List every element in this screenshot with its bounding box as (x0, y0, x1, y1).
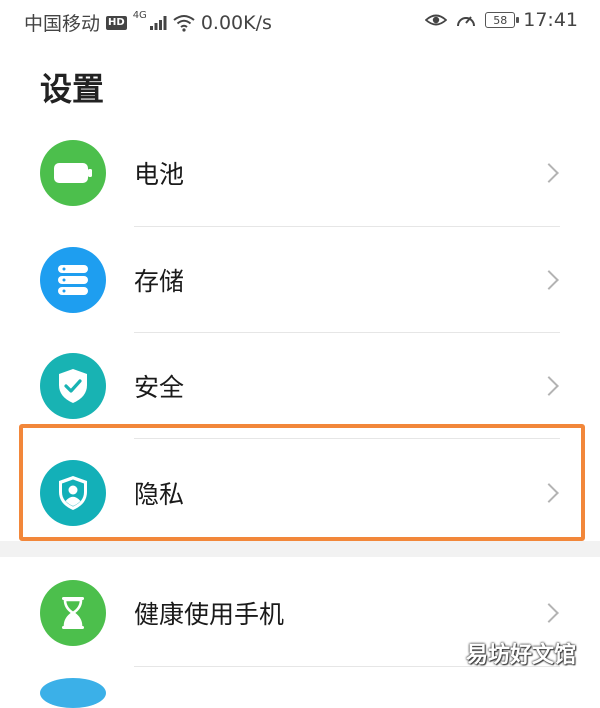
wifi-icon (173, 14, 195, 32)
clock: 17:41 (523, 9, 578, 31)
hd-badge: HD (106, 15, 127, 30)
battery-icon (40, 140, 106, 206)
page-title: 设置 (40, 70, 105, 108)
settings-item-label: 安全 (134, 373, 185, 402)
speed-gauge-icon (457, 16, 476, 27)
chevron-right-icon (539, 603, 559, 623)
chevron-right-icon (539, 163, 559, 183)
settings-item-label: 电池 (134, 160, 185, 189)
battery-icon: 58 (485, 12, 520, 28)
storage-icon (40, 247, 106, 313)
hourglass-icon (40, 580, 106, 646)
highlight-box (19, 424, 585, 541)
settings-item-label: 健康使用手机 (134, 600, 285, 629)
watermark: 易坊好文馆 (465, 643, 576, 668)
status-bar: 中国移动 HD 4G 0.00K/s 58 17:41 (0, 0, 600, 42)
eye-comfort-icon (425, 14, 448, 26)
carrier-name: 中国移动 (24, 13, 101, 35)
settings-item-storage[interactable]: 存储 (0, 227, 600, 333)
settings-item-battery[interactable]: 电池 (0, 120, 600, 226)
status-bar-right: 58 17:41 (425, 9, 578, 31)
network-type: 4G (132, 10, 147, 21)
chevron-right-icon (539, 270, 559, 290)
settings-item-label: 存储 (134, 267, 185, 296)
section-separator (0, 541, 600, 557)
status-bar-left: 中国移动 HD 4G 0.00K/s (24, 9, 272, 36)
signal-icon (149, 15, 167, 30)
net-speed: 0.00K/s (200, 11, 272, 34)
chevron-right-icon (539, 376, 559, 396)
shield-check-icon (40, 353, 106, 419)
next-item-icon-peek (40, 678, 106, 708)
